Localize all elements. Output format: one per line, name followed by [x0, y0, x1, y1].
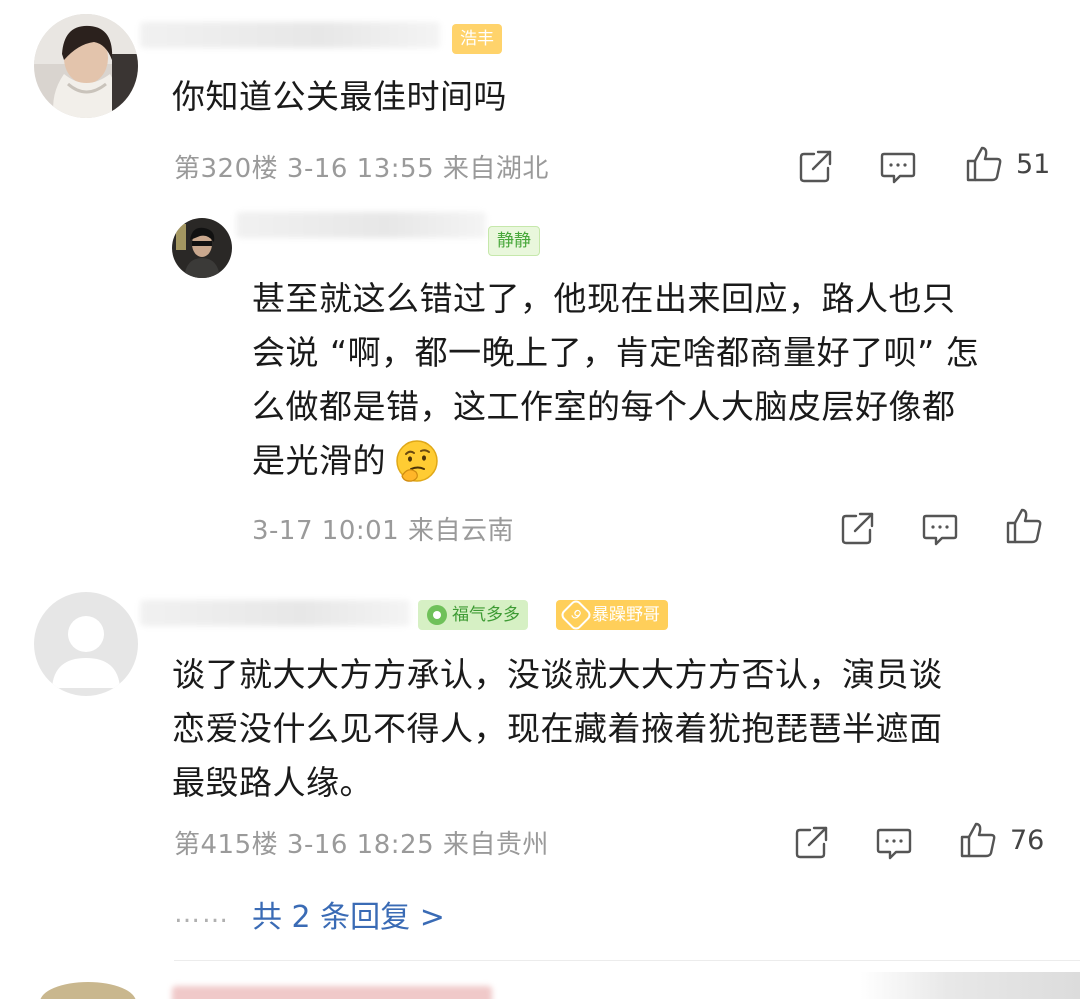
comment-icon	[876, 828, 912, 860]
username-hidden[interactable]	[172, 986, 492, 999]
like-button[interactable]	[1004, 506, 1044, 546]
comment-date: 3-17 10:01	[252, 516, 400, 546]
like-count: 51	[1016, 148, 1051, 180]
comment-location: 来自云南	[407, 516, 514, 546]
like-icon	[1006, 508, 1042, 544]
floor-number: 第320楼	[174, 154, 279, 184]
share-icon	[799, 150, 832, 183]
text-line: 会说 “啊，都一晚上了，肯定啥都商量好了呗” 怎	[252, 333, 980, 372]
comment-icon	[880, 152, 916, 184]
level-number: 9	[559, 598, 593, 632]
like-count: 76	[1010, 824, 1045, 856]
share-button[interactable]	[792, 822, 832, 862]
username-hidden[interactable]	[236, 212, 486, 238]
floor-number: 第415楼	[174, 830, 279, 860]
comment-icon	[922, 514, 958, 546]
text-line: 甚至就这么错过了，他现在出来回应，路人也只	[252, 279, 956, 318]
avatar[interactable]	[40, 982, 136, 999]
like-icon	[966, 146, 1002, 182]
like-icon	[960, 822, 996, 858]
level-badge-label: 暴躁野哥	[592, 605, 660, 625]
comment-button[interactable]	[920, 508, 960, 548]
comment-button[interactable]	[878, 146, 918, 186]
comment-text: 谈了就大大方方承认，没谈就大大方方否认，演员谈 恋爱没什么见不得人，现在藏着掖着…	[172, 648, 1052, 810]
level-badge[interactable]: 9 暴躁野哥	[556, 598, 668, 632]
text-line: 谈了就大大方方承认，没谈就大大方方否认，演员谈	[172, 655, 943, 694]
reply-meta: 3-17 10:01 来自云南	[252, 510, 514, 547]
comment-meta: 第415楼 3-16 18:25 来自贵州	[174, 824, 549, 861]
thinking-emoji	[396, 440, 438, 482]
share-button[interactable]	[838, 508, 878, 548]
clover-icon	[427, 605, 447, 625]
comment-location: 来自贵州	[442, 830, 549, 860]
avatar-default[interactable]	[34, 592, 138, 696]
comment-date: 3-16 13:55	[286, 154, 435, 184]
comment-meta: 第320楼 3-16 13:55 来自湖北	[174, 148, 549, 185]
reply-dots: ……	[174, 899, 230, 929]
avatar[interactable]	[34, 14, 138, 118]
username-hidden[interactable]	[140, 22, 440, 48]
username-hidden[interactable]	[140, 600, 410, 626]
fan-badge[interactable]: 浩丰	[452, 24, 502, 54]
text-line: 最毁路人缘。	[172, 763, 373, 802]
like-button[interactable]: 76	[958, 820, 1044, 860]
watermark	[860, 972, 1080, 999]
reply-text: 甚至就这么错过了，他现在出来回应，路人也只 会说 “啊，都一晚上了，肯定啥都商量…	[252, 272, 1052, 488]
comment-date: 3-16 18:25	[286, 830, 435, 860]
text-line: 是光滑的	[252, 441, 386, 480]
like-button[interactable]: 51	[964, 144, 1050, 184]
text-line: 么做都是错，这工作室的每个人大脑皮层好像都	[252, 387, 956, 426]
fan-badge-label: 静静	[497, 231, 531, 251]
text-line: 恋爱没什么见不得人，现在藏着掖着犹抱琵琶半遮面	[172, 709, 943, 748]
fan-badge[interactable]: 福气多多	[418, 600, 528, 630]
share-button[interactable]	[796, 146, 836, 186]
reply-summary: …… 共 2 条回复 >	[174, 892, 445, 936]
avatar[interactable]	[172, 218, 232, 278]
comment-button[interactable]	[874, 822, 914, 862]
fan-badge[interactable]: 静静	[488, 226, 540, 256]
divider	[174, 960, 1080, 961]
share-icon	[795, 826, 828, 859]
comment-location: 来自湖北	[442, 154, 549, 184]
share-icon	[841, 512, 874, 545]
fan-badge-label: 浩丰	[460, 29, 494, 49]
fan-badge-label: 福气多多	[452, 605, 520, 625]
comment-text: 你知道公关最佳时间吗	[172, 77, 507, 116]
view-replies-link[interactable]: 共 2 条回复 >	[252, 892, 445, 936]
